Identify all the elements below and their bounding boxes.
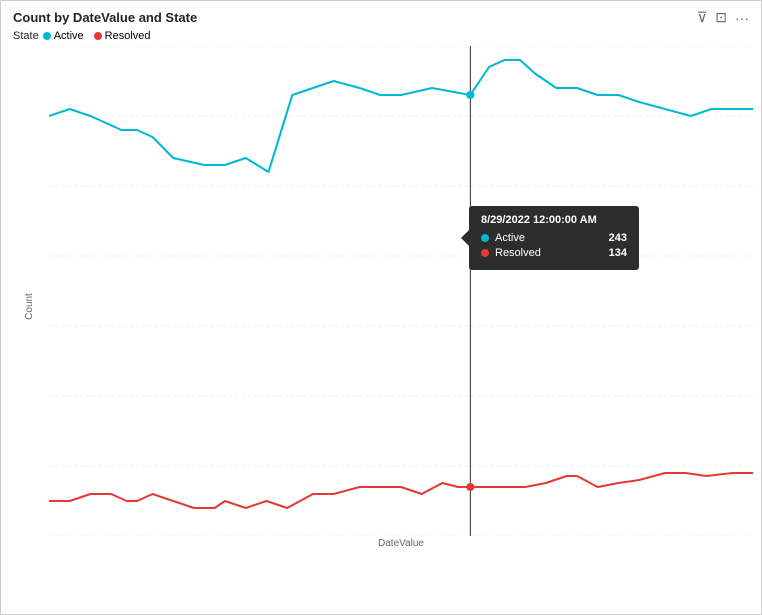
- more-icon[interactable]: ···: [735, 10, 749, 26]
- chart-toolbar: ⊽ ⊡ ···: [697, 9, 749, 26]
- legend-dot-active: [43, 32, 51, 40]
- expand-icon[interactable]: ⊡: [715, 9, 727, 26]
- filter-icon[interactable]: ⊽: [697, 9, 707, 26]
- legend: State Active Resolved: [1, 30, 761, 46]
- legend-item-resolved: Resolved: [94, 30, 151, 42]
- chart-svg: 260 240 220 200 180 160 140 120 Apr 2022…: [49, 46, 753, 536]
- legend-item-active: Active: [43, 30, 84, 42]
- legend-dot-resolved: [94, 32, 102, 40]
- legend-label-resolved: Resolved: [105, 30, 151, 42]
- x-axis-label: DateValue: [49, 538, 753, 549]
- chart-container: Count by DateValue and State ⊽ ⊡ ··· Sta…: [0, 0, 762, 615]
- active-tooltip-dot: [466, 91, 474, 99]
- resolved-line: [49, 473, 753, 508]
- y-axis-label: Count: [24, 293, 35, 320]
- resolved-tooltip-dot: [466, 483, 474, 491]
- legend-label-active: Active: [54, 30, 84, 42]
- legend-state-label: State: [13, 30, 39, 42]
- chart-header: Count by DateValue and State ⊽ ⊡ ···: [1, 1, 761, 30]
- chart-title: Count by DateValue and State: [13, 10, 197, 25]
